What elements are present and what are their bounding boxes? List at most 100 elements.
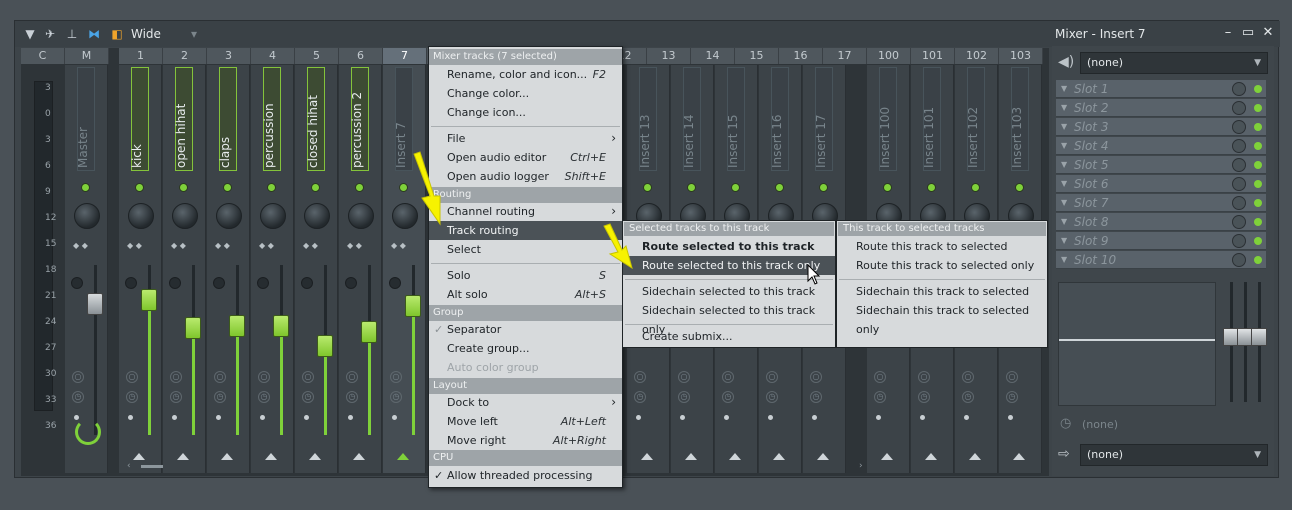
menu-item-route-selected-only[interactable]: Route selected to this track only [623,256,835,275]
effect-slot[interactable]: ▼ Slot 7 [1056,194,1266,212]
track-header-15[interactable]: 15 [735,48,779,64]
track-header-13[interactable]: 13 [647,48,691,64]
route-dot[interactable] [216,415,221,420]
send-arrow-icon[interactable] [265,453,277,460]
menu-item-create-group[interactable]: Create group... [429,339,622,358]
effect-slot[interactable]: ▼ Slot 9 [1056,232,1266,250]
latency-clock-icon[interactable]: ◷ [126,391,138,403]
menu-item-allow-threaded[interactable]: ✓ Allow threaded processing [429,466,622,485]
volume-fader[interactable] [141,289,157,311]
record-arm-icon[interactable]: ○ [302,371,314,383]
menu-item-open-audio-editor[interactable]: Open audio editor Ctrl+E [429,148,622,167]
slot-menu-icon[interactable]: ▼ [1061,156,1067,174]
mute-led[interactable] [179,183,188,192]
link-icon[interactable]: ⧓ [87,27,101,41]
send-arrow-icon[interactable] [221,453,233,460]
record-arm-icon[interactable]: ○ [634,371,646,383]
latency-clock-icon[interactable]: ◷ [258,391,270,403]
pan-knob[interactable] [216,203,242,229]
menu-item-create-submix[interactable]: Create submix... [623,327,835,346]
stereo-swap-icon[interactable]: ◆ ◆ [303,241,331,251]
track-name-box[interactable]: Insert 16 [770,67,789,171]
track-name-box[interactable]: Insert 14 [682,67,701,171]
volume-fader[interactable] [317,335,333,357]
track-name-box[interactable]: Master [76,67,95,171]
volume-fader[interactable] [405,295,421,317]
phase-switch[interactable] [169,277,181,289]
mute-led[interactable] [311,183,320,192]
send-arrow-icon[interactable] [881,453,893,460]
pan-knob[interactable] [172,203,198,229]
route-dot[interactable] [680,415,685,420]
track-header-2[interactable]: 2 [163,48,207,64]
slot-mix-knob[interactable] [1232,158,1246,172]
track-name-box[interactable]: closed hihat [306,67,325,171]
menu-item-dock-to[interactable]: Dock to › [429,393,622,412]
record-arm-icon[interactable]: ○ [72,371,84,383]
latency-clock-icon[interactable]: ◷ [810,391,822,403]
mute-led[interactable] [731,183,740,192]
record-arm-icon[interactable]: ○ [170,371,182,383]
effect-slot[interactable]: ▼ Slot 8 [1056,213,1266,231]
mixer-strip[interactable]: Master ◆ ◆ ○ ◷ [65,65,108,473]
scroll-thumb[interactable] [141,465,163,468]
latency-clock-icon[interactable]: ◷ [722,391,734,403]
slot-menu-icon[interactable]: ▼ [1061,194,1067,212]
mute-led[interactable] [1015,183,1024,192]
pin-icon[interactable]: ⊥ [65,27,79,41]
slot-mix-knob[interactable] [1232,196,1246,210]
effect-slot[interactable]: ▼ Slot 2 [1056,99,1266,117]
track-name-box[interactable]: Insert 15 [726,67,745,171]
menu-arrow-icon[interactable]: ▼ [23,27,37,41]
output-dropdown[interactable]: (none) ▼ [1080,444,1268,466]
maximize-button[interactable]: ▭ [1241,25,1255,41]
track-name-box[interactable]: Insert 100 [878,67,897,171]
slot-enable-led[interactable] [1254,180,1262,188]
record-arm-icon[interactable]: ○ [918,371,930,383]
track-name-box[interactable]: Insert 103 [1010,67,1029,171]
route-dot[interactable] [920,415,925,420]
latency-clock-icon[interactable]: ◷ [874,391,886,403]
slot-enable-led[interactable] [1254,161,1262,169]
track-name-box[interactable]: Insert 101 [922,67,941,171]
menu-item-rename[interactable]: Rename, color and icon... F2 [429,65,622,84]
mute-led[interactable] [687,183,696,192]
stereo-swap-icon[interactable]: ◆ ◆ [73,241,101,251]
slot-mix-knob[interactable] [1232,82,1246,96]
slot-menu-icon[interactable]: ▼ [1061,213,1067,231]
menu-item-solo[interactable]: Solo S [429,266,622,285]
mute-led[interactable] [819,183,828,192]
route-dot[interactable] [392,415,397,420]
route-dot[interactable] [724,415,729,420]
phase-switch[interactable] [301,277,313,289]
volume-fader[interactable] [87,293,103,315]
pan-knob[interactable] [128,203,154,229]
record-arm-icon[interactable]: ○ [678,371,690,383]
scroll-left-icon[interactable]: ‹ [127,461,131,471]
pan-knob[interactable] [74,203,100,229]
slot-menu-icon[interactable]: ▼ [1061,118,1067,136]
menu-item-sidechain-this-to-selected[interactable]: Sidechain this track to selected [837,282,1047,301]
latency-clock-icon[interactable]: ◷ [390,391,402,403]
latency-clock-icon[interactable]: ◷ [918,391,930,403]
track-header-M[interactable]: M [65,48,109,64]
send-arrow-icon[interactable] [729,453,741,460]
track-name-box[interactable]: percussion [262,67,281,171]
menu-item-sidechain-this-to-selected-only[interactable]: Sidechain this track to selected only [837,301,1047,336]
send-arrow-icon[interactable] [1013,453,1025,460]
send-arrow-icon[interactable] [685,453,697,460]
mixer-strip[interactable]: open hihat ◆ ◆ ○ ◷ [163,65,206,473]
track-header-3[interactable]: 3 [207,48,251,64]
menu-item-route-selected[interactable]: Route selected to this track [623,237,835,256]
track-header-17[interactable]: 17 [823,48,867,64]
slot-menu-icon[interactable]: ▼ [1061,232,1067,250]
slot-mix-knob[interactable] [1232,253,1246,267]
track-header-102[interactable]: 102 [955,48,999,64]
slot-enable-led[interactable] [1254,123,1262,131]
volume-fader[interactable] [185,317,201,339]
track-header-100[interactable]: 100 [867,48,911,64]
mute-led[interactable] [267,183,276,192]
phase-switch[interactable] [345,277,357,289]
route-dot[interactable] [172,415,177,420]
track-header-14[interactable]: 14 [691,48,735,64]
